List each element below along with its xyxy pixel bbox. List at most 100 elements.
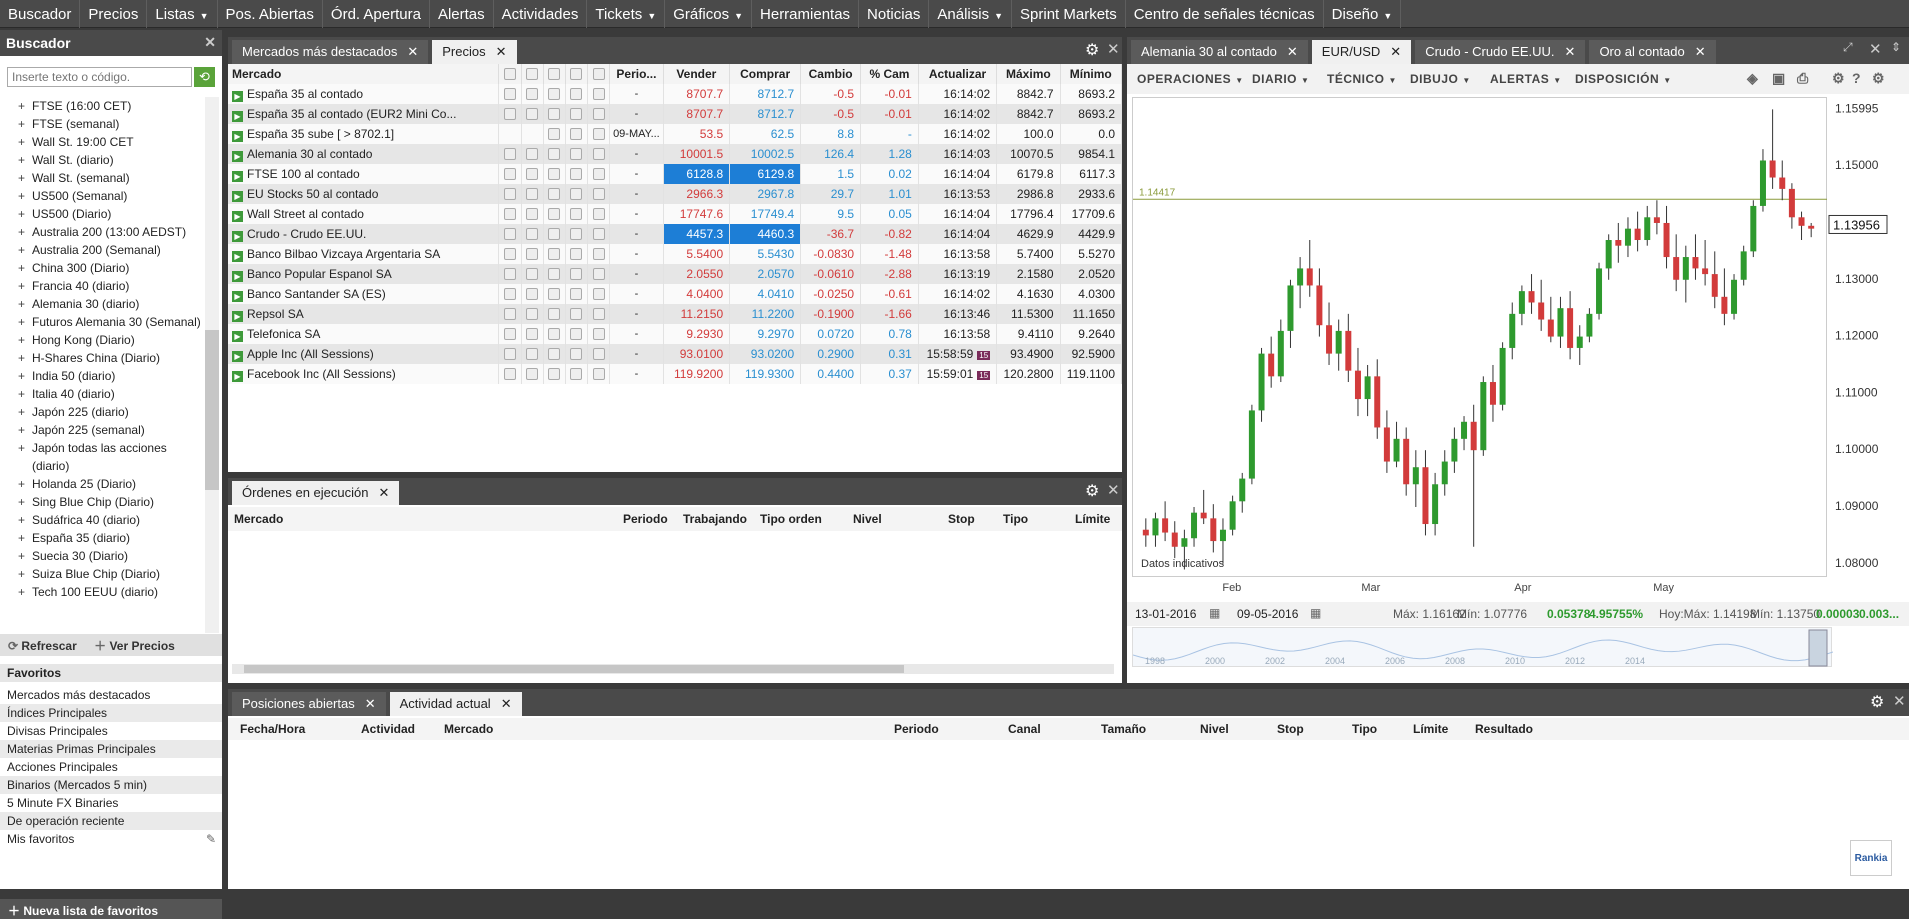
dropdown-icon[interactable] (592, 108, 605, 120)
market-cell[interactable]: ▶ Repsol SA (228, 304, 500, 324)
refresh-icon[interactable] (526, 308, 539, 320)
activity-col-10[interactable]: Resultado (1475, 722, 1533, 736)
chart-menu-4[interactable]: ALERTAS ▼ (1490, 72, 1562, 86)
favorite-item[interactable]: Materias Primas Principales (0, 740, 222, 758)
icon-cell[interactable] (587, 84, 611, 104)
view-prices-button[interactable]: Ver Precios (109, 639, 174, 653)
tree-item[interactable]: Japón 225 (semanal) (10, 421, 205, 439)
candle-body[interactable] (1142, 529, 1149, 536)
candle-body[interactable] (1287, 285, 1294, 331)
icon-cell[interactable] (543, 304, 566, 324)
table-row[interactable]: ▶ Banco Popular Espanol SA - 2.0550 2.0570 -0… (228, 264, 1122, 284)
orders-col-1[interactable]: Periodo (623, 512, 668, 526)
expand-icon[interactable]: ⤢ (1843, 40, 1853, 55)
icon-cell[interactable] (498, 204, 522, 224)
refresh-icon[interactable] (526, 248, 539, 260)
chart-icon[interactable] (503, 148, 516, 160)
dropdown-icon[interactable] (592, 128, 605, 140)
icon-cell[interactable] (587, 164, 611, 184)
dropdown-icon[interactable] (592, 308, 605, 320)
candle-body[interactable] (1538, 302, 1545, 320)
icon-cell[interactable] (498, 344, 522, 364)
calendar-icon[interactable]: ▦ (1209, 606, 1220, 620)
sell-cell[interactable]: 2966.3 (663, 184, 731, 204)
table-row[interactable]: ▶ Banco Santander SA (ES) - 4.0400 4.0410 -0.… (228, 284, 1122, 304)
ticket-icon[interactable] (548, 348, 561, 360)
candle-body[interactable] (1615, 240, 1622, 246)
favorite-item[interactable]: Binarios (Mercados 5 min) (0, 776, 222, 794)
menu-item-11[interactable]: Análisis ▼ (929, 0, 1013, 28)
tree-item[interactable]: India 50 (diario) (10, 367, 205, 385)
candle-body[interactable] (1769, 160, 1776, 178)
candle-body[interactable] (1239, 478, 1246, 502)
refresh-icon[interactable]: ⟳ (8, 639, 21, 653)
icon-cell[interactable] (543, 324, 566, 344)
buy-cell[interactable]: 6129.8 (729, 164, 802, 184)
buy-cell[interactable]: 5.5430 (729, 244, 802, 264)
market-cell[interactable]: ▶ Apple Inc (All Sessions) (228, 344, 500, 364)
table-row[interactable]: ▶ Wall Street al contado - 17747.6 17749.4 9.… (228, 204, 1122, 224)
close-icon[interactable]: ✕ (1893, 692, 1906, 710)
tree-item[interactable]: Suiza Blue Chip (Diario) (10, 565, 205, 583)
icon-cell[interactable] (565, 344, 589, 364)
candle-body[interactable] (1673, 257, 1680, 280)
play-icon[interactable]: ▶ (232, 230, 243, 242)
candle-body[interactable] (1596, 268, 1603, 314)
play-icon[interactable]: ▶ (232, 270, 243, 282)
play-icon[interactable]: ▶ (232, 290, 243, 302)
bar-icon[interactable] (570, 248, 583, 260)
chart-icon[interactable] (503, 268, 516, 280)
icon-cell[interactable] (543, 264, 566, 284)
col-actualizar[interactable]: Actualizar (918, 64, 998, 84)
close-icon[interactable]: ✕ (378, 485, 389, 501)
image-icon[interactable]: ▣ (1772, 70, 1786, 87)
icon-col[interactable] (498, 64, 522, 84)
menu-item-1[interactable]: Precios (80, 0, 148, 28)
candle-body[interactable] (1547, 319, 1554, 337)
tree-item[interactable]: US500 (Diario) (10, 205, 205, 223)
refresh-icon[interactable] (526, 328, 539, 340)
favorite-item[interactable]: Acciones Principales (0, 758, 222, 776)
sell-cell[interactable]: 5.5400 (663, 244, 731, 264)
calendar-icon[interactable]: ▦ (1310, 606, 1321, 620)
add-icon[interactable]: ＋ (94, 639, 109, 653)
icon-col[interactable] (521, 64, 544, 84)
sell-cell[interactable]: 8707.7 (663, 104, 731, 124)
bar-icon[interactable] (570, 128, 583, 140)
print-icon[interactable]: ⎙ (1797, 70, 1809, 87)
market-cell[interactable]: ▶ España 35 sube [ > 8702.1] (228, 124, 500, 144)
candle-body[interactable] (1489, 382, 1496, 405)
candle-body[interactable] (1711, 274, 1718, 297)
refresh-button[interactable]: Refrescar (21, 639, 76, 653)
favorite-item[interactable]: Índices Principales (0, 704, 222, 722)
help-icon[interactable]: ? (1852, 70, 1861, 86)
icon-cell[interactable] (498, 164, 522, 184)
chart-tab-0[interactable]: Alemania 30 al contado ✕ (1131, 40, 1308, 64)
chart-menu-0[interactable]: OPERACIONES ▼ (1137, 72, 1244, 86)
ticket-icon[interactable] (548, 228, 561, 240)
ticket-icon[interactable] (548, 168, 561, 180)
table-row[interactable]: ▶ España 35 sube [ > 8702.1] 09-MAY... 53.5… (228, 124, 1122, 144)
icon-cell[interactable] (521, 204, 544, 224)
play-icon[interactable]: ▶ (232, 110, 243, 122)
tree-item[interactable]: Holanda 25 (Diario) (10, 475, 205, 493)
navigator-handle[interactable] (1808, 629, 1828, 667)
orders-col-3[interactable]: Tipo orden (760, 512, 822, 526)
candle-body[interactable] (1441, 461, 1448, 485)
ticket-icon[interactable] (548, 128, 561, 140)
icon-cell[interactable] (587, 104, 611, 124)
dropdown-icon[interactable] (592, 328, 605, 340)
tree-item[interactable]: Australia 200 (13:00 AEDST) (10, 223, 205, 241)
market-cell[interactable]: ▶ Banco Popular Espanol SA (228, 264, 500, 284)
icon-cell[interactable] (565, 184, 589, 204)
candle-body[interactable] (1306, 268, 1313, 286)
candle-body[interactable] (1653, 217, 1660, 223)
icon-cell[interactable] (498, 224, 522, 244)
refresh-icon[interactable] (526, 108, 539, 120)
close-icon[interactable]: ✕ (501, 696, 512, 712)
close-icon[interactable]: ✕ (1390, 44, 1401, 60)
scroll-icon[interactable]: ⇕ (1891, 40, 1901, 54)
sell-cell[interactable]: 8707.7 (663, 84, 731, 104)
refresh-icon[interactable] (526, 368, 539, 380)
sell-cell[interactable]: 93.0100 (663, 344, 731, 364)
